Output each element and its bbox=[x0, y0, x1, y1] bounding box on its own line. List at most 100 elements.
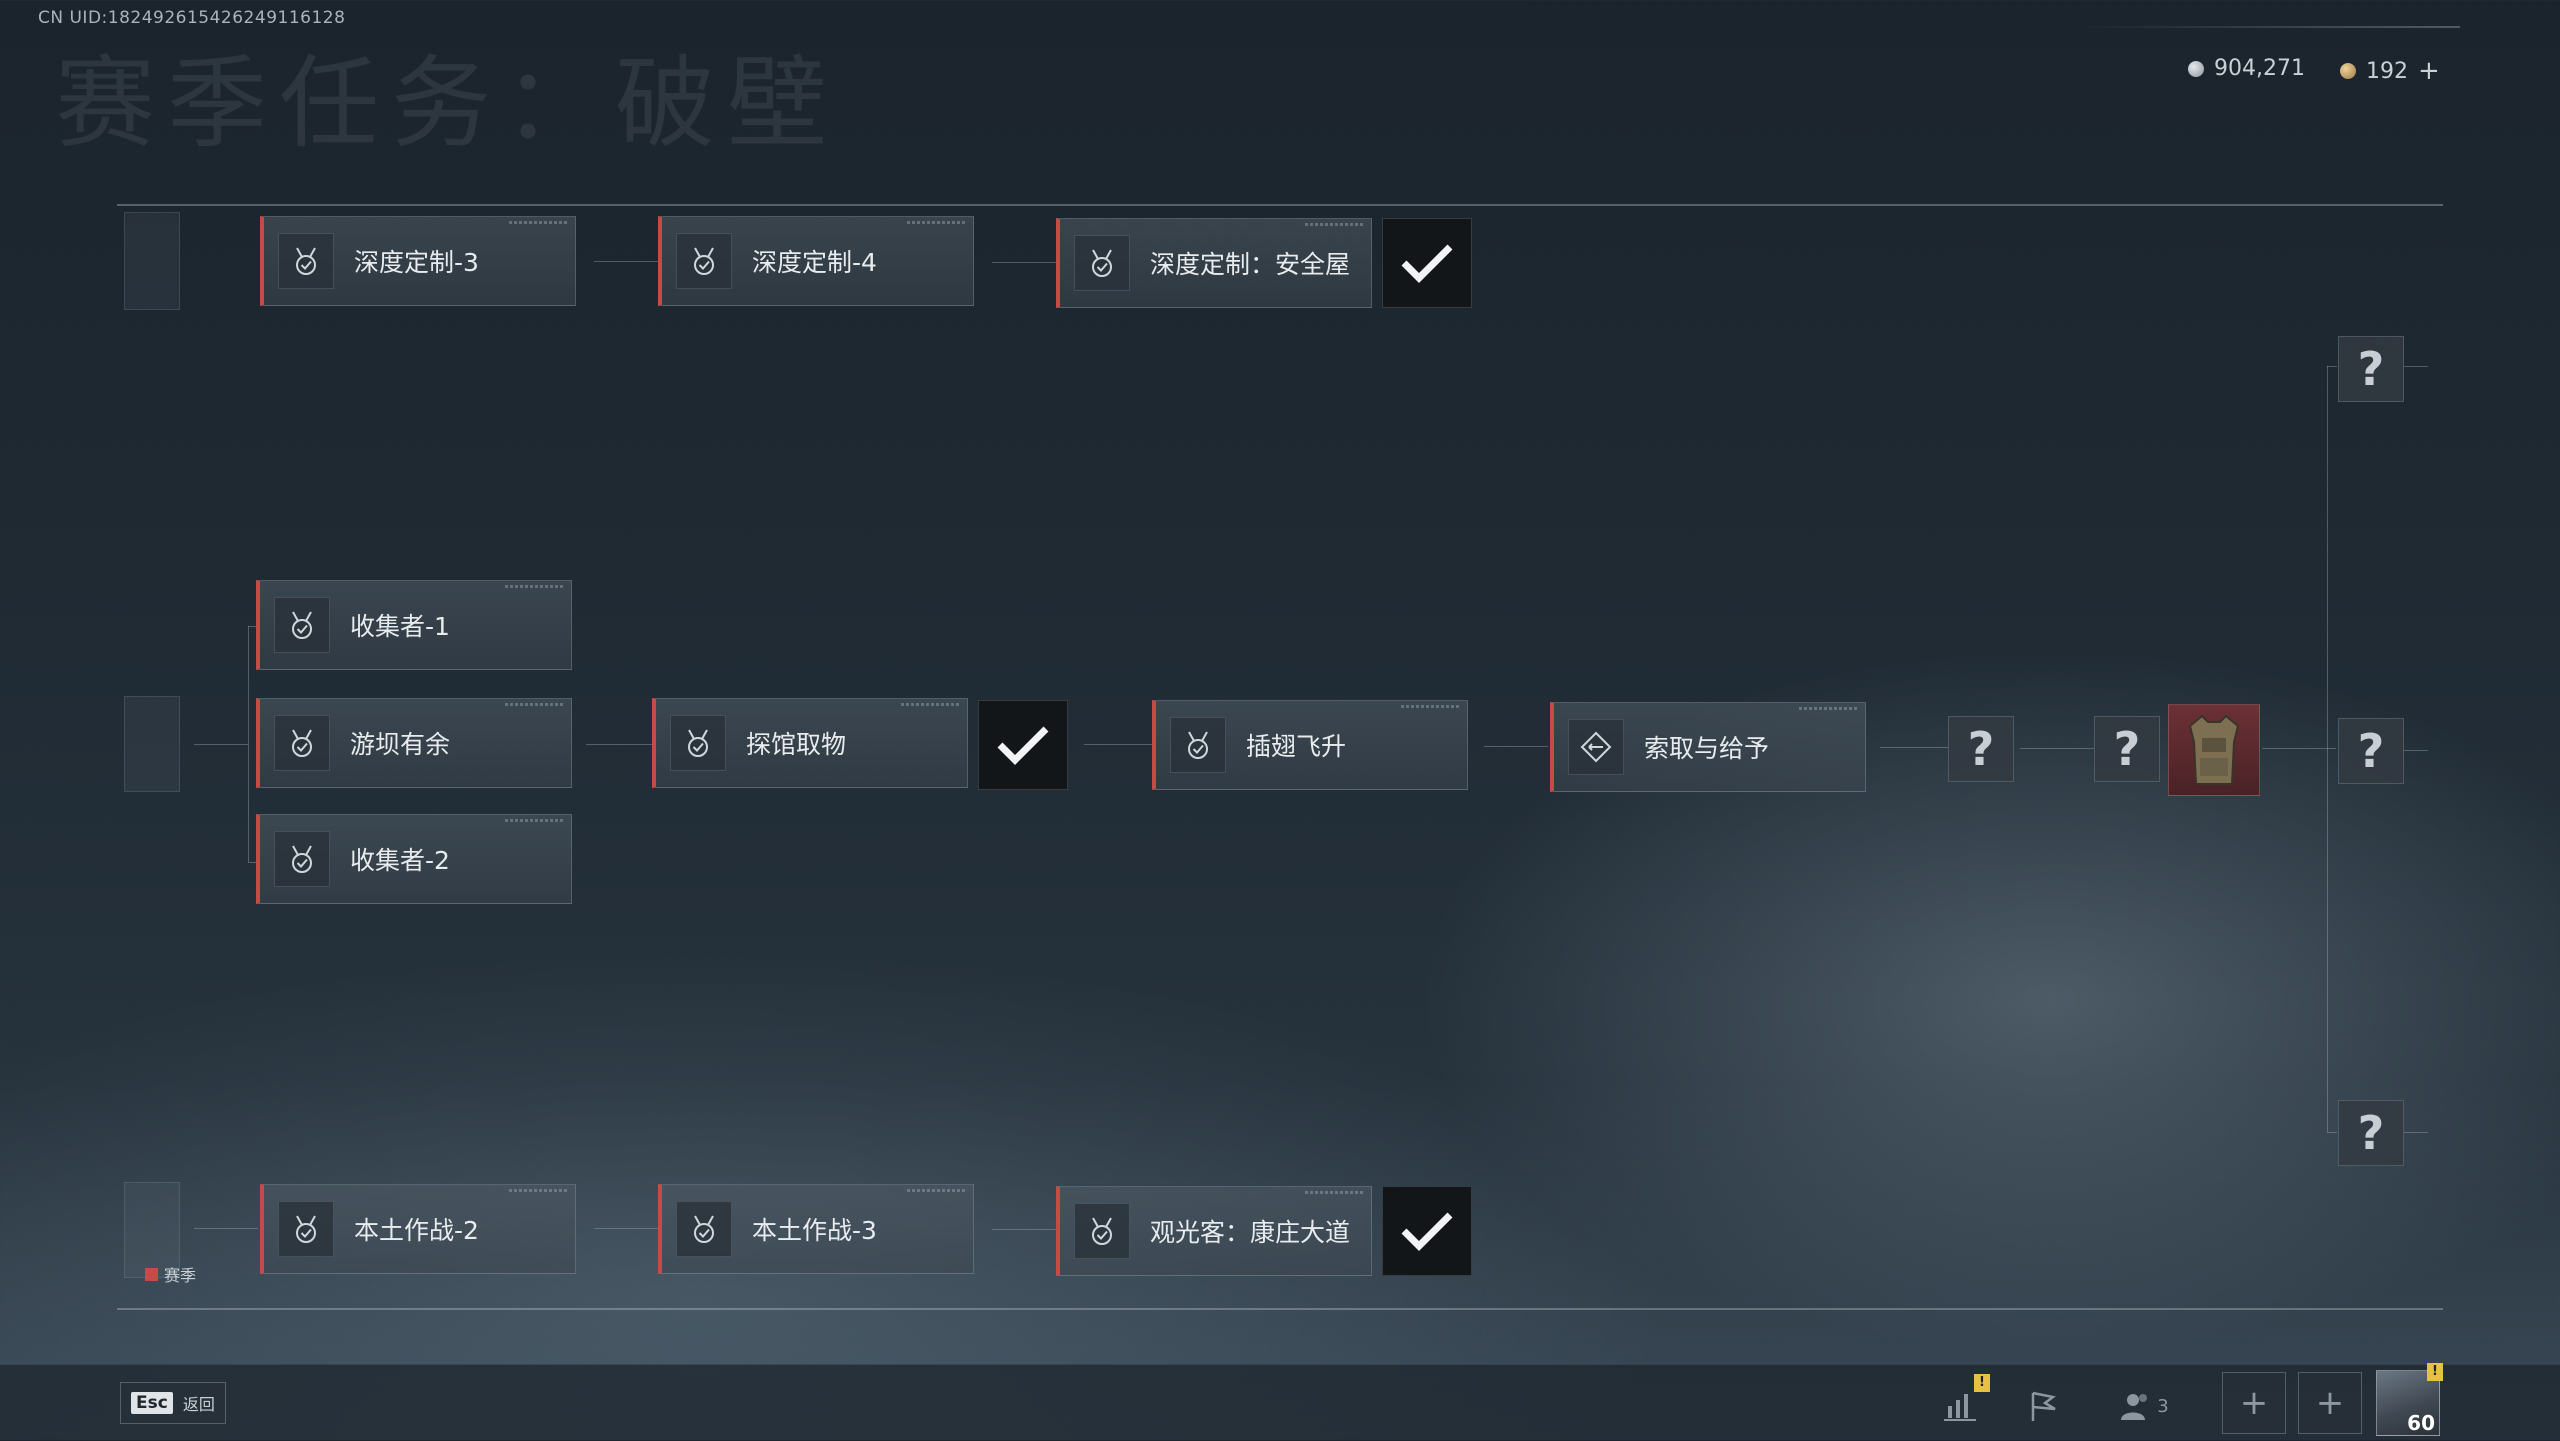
add-currency-button[interactable]: + bbox=[2418, 56, 2440, 86]
medal-check-icon bbox=[1074, 235, 1130, 291]
locked-quest-node[interactable]: ? bbox=[2338, 718, 2404, 784]
connector-line bbox=[1084, 744, 1152, 745]
quest-label: 深度定制-3 bbox=[354, 248, 479, 277]
card-corner-tick bbox=[1305, 223, 1365, 226]
quest-label: 观光客：康庄大道 bbox=[1150, 1218, 1351, 1247]
card-corner-tick bbox=[509, 221, 569, 224]
medal-check-icon bbox=[676, 233, 732, 289]
connector-line bbox=[2404, 1132, 2428, 1133]
locked-quest-node[interactable]: ? bbox=[2338, 1100, 2404, 1166]
currency-silver: 904,271 bbox=[2188, 56, 2305, 81]
card-corner-tick bbox=[505, 585, 565, 588]
flag-icon bbox=[2031, 1391, 2056, 1421]
connector-line bbox=[2262, 748, 2336, 749]
medal-check-icon bbox=[274, 715, 330, 771]
header-divider bbox=[2080, 26, 2460, 28]
checkmark-icon bbox=[997, 726, 1049, 765]
quest-card-take-and-give[interactable]: 索取与给予 bbox=[1550, 702, 1866, 792]
card-corner-tick bbox=[505, 819, 565, 822]
quest-card-collector-2[interactable]: 收集者-2 bbox=[256, 814, 572, 904]
back-label: 返回 bbox=[182, 1395, 215, 1414]
connector-line bbox=[194, 1228, 258, 1229]
connector-line bbox=[1484, 746, 1548, 747]
card-corner-tick bbox=[505, 703, 565, 706]
medal-check-icon bbox=[676, 1201, 732, 1257]
checkmark-icon bbox=[1401, 1212, 1453, 1251]
connector-line bbox=[2404, 750, 2428, 751]
quest-card-homeland-2[interactable]: 本土作战-2 bbox=[260, 1184, 576, 1274]
quest-label: 索取与给予 bbox=[1644, 734, 1770, 763]
connector-line bbox=[2327, 366, 2328, 1132]
quest-card-deep-custom-4[interactable]: 深度定制-4 bbox=[658, 216, 974, 306]
medal-check-icon bbox=[278, 1201, 334, 1257]
player-avatar[interactable]: ! 60 bbox=[2376, 1363, 2443, 1436]
quest-card-take-flight[interactable]: 插翅飞升 bbox=[1152, 700, 1468, 790]
medal-check-icon bbox=[670, 715, 726, 771]
squad-slot-add-button[interactable]: + bbox=[2298, 1372, 2362, 1434]
card-corner-tick bbox=[907, 1189, 967, 1192]
connector-line bbox=[2327, 1132, 2337, 1133]
friends-button[interactable]: 3 bbox=[2114, 1382, 2174, 1430]
connector-line bbox=[2020, 748, 2094, 749]
locked-reward-node[interactable]: ? bbox=[2094, 716, 2160, 782]
flag-button[interactable] bbox=[2020, 1382, 2068, 1430]
player-level: 60 bbox=[2407, 1411, 2435, 1435]
reward-armor-vest[interactable] bbox=[2168, 704, 2260, 796]
connector-line bbox=[586, 744, 652, 745]
connector-line bbox=[992, 262, 1056, 263]
medal-check-icon bbox=[274, 831, 330, 887]
gold-coin-icon bbox=[2340, 63, 2356, 79]
season-legend: 赛季 bbox=[145, 1262, 196, 1286]
quest-card-tourist-avenue[interactable]: 观光客：康庄大道 bbox=[1056, 1186, 1372, 1276]
friends-count: 3 bbox=[2157, 1395, 2169, 1417]
quest-label: 深度定制：安全屋 bbox=[1150, 250, 1351, 279]
quest-label: 收集者-2 bbox=[350, 846, 450, 875]
medal-check-icon bbox=[274, 597, 330, 653]
squad-slot-add-button[interactable]: + bbox=[2222, 1372, 2286, 1434]
stats-button[interactable]: ! bbox=[1936, 1374, 1990, 1430]
connector-line bbox=[194, 744, 248, 745]
bar-chart-icon bbox=[1944, 1394, 1976, 1421]
currency-gold-value: 192 bbox=[2366, 58, 2408, 84]
connector-line bbox=[2404, 366, 2428, 367]
back-button[interactable]: Esc 返回 bbox=[120, 1382, 226, 1424]
connector-line bbox=[594, 261, 658, 262]
card-corner-tick bbox=[901, 703, 961, 706]
quest-card-explore-museum[interactable]: 探馆取物 bbox=[652, 698, 968, 788]
quest-card-homeland-3[interactable]: 本土作战-3 bbox=[658, 1184, 974, 1274]
medal-check-icon bbox=[278, 233, 334, 289]
quest-label: 深度定制-4 bbox=[752, 248, 877, 277]
connector-line bbox=[992, 1229, 1056, 1230]
locked-quest-node[interactable]: ? bbox=[1948, 716, 2014, 782]
quest-label: 游坝有余 bbox=[350, 730, 451, 759]
quest-card-deep-custom-safehouse[interactable]: 深度定制：安全屋 bbox=[1056, 218, 1372, 308]
locked-quest-node[interactable]: ? bbox=[2338, 336, 2404, 402]
season-legend-label: 赛季 bbox=[164, 1266, 197, 1285]
tree-root-stub-middle bbox=[124, 696, 180, 792]
quest-card-dam-leisure[interactable]: 游坝有余 bbox=[256, 698, 572, 788]
medal-check-icon bbox=[1170, 717, 1226, 773]
card-corner-tick bbox=[509, 1189, 569, 1192]
card-corner-tick bbox=[1799, 707, 1859, 710]
quest-label: 收集者-1 bbox=[350, 612, 450, 641]
armor-vest-icon bbox=[2188, 714, 2240, 785]
season-color-swatch bbox=[145, 1267, 158, 1281]
warning-badge: ! bbox=[1974, 1374, 1990, 1392]
friends-icon bbox=[2121, 1394, 2148, 1420]
completed-check bbox=[1382, 1186, 1472, 1276]
completed-check bbox=[1382, 218, 1472, 308]
quest-card-deep-custom-3[interactable]: 深度定制-3 bbox=[260, 216, 576, 306]
checkmark-icon bbox=[1401, 244, 1453, 283]
completed-check bbox=[978, 700, 1068, 790]
quest-label: 探馆取物 bbox=[746, 730, 847, 759]
currency-silver-value: 904,271 bbox=[2214, 56, 2305, 81]
quest-card-collector-1[interactable]: 收集者-1 bbox=[256, 580, 572, 670]
medal-check-icon bbox=[1074, 1203, 1130, 1259]
card-corner-tick bbox=[1401, 705, 1461, 708]
connector-line bbox=[1880, 747, 1948, 748]
tree-root-stub-top bbox=[124, 212, 180, 310]
card-corner-tick bbox=[1305, 1191, 1365, 1194]
silver-coin-icon bbox=[2188, 60, 2204, 77]
connector-line bbox=[2327, 366, 2337, 367]
diamond-arrows-icon bbox=[1568, 719, 1624, 775]
